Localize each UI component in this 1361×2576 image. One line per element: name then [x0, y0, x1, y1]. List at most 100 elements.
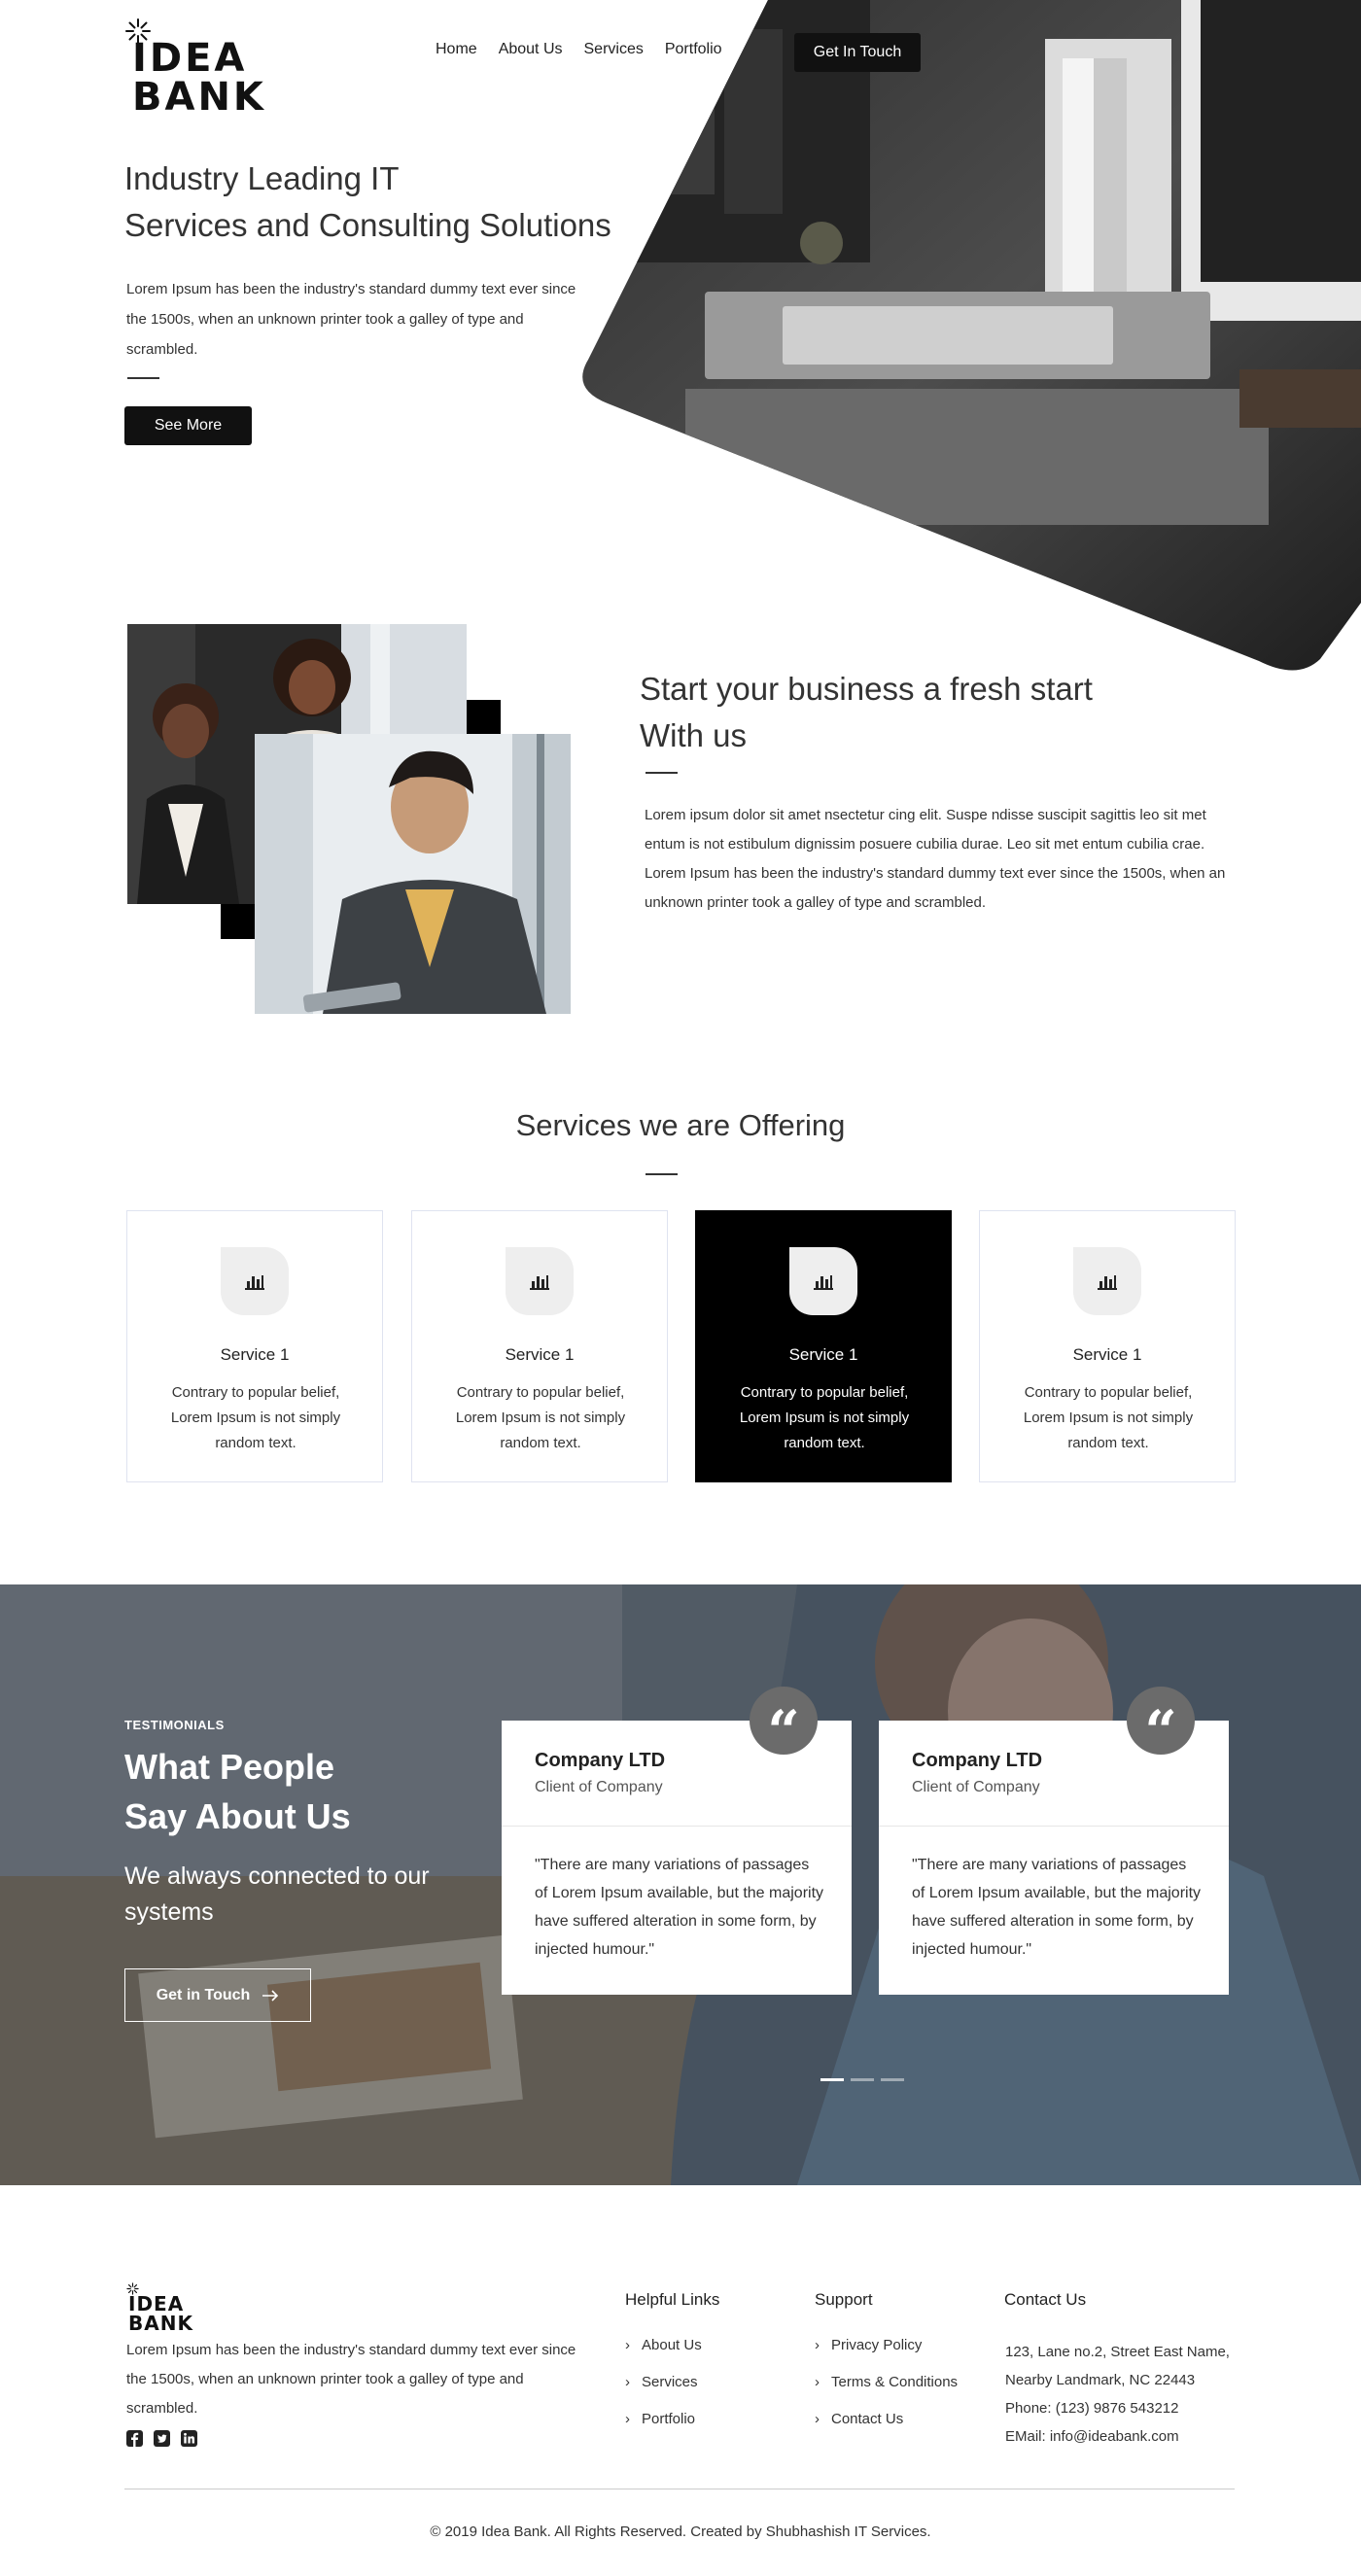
testimonials-get-in-touch-button[interactable]: Get in Touch — [124, 1968, 311, 2022]
carousel-dot[interactable] — [851, 2078, 874, 2081]
chevron-right-icon: › — [625, 2411, 630, 2427]
testimonials-title: What People Say About Us — [124, 1742, 513, 1841]
testimonials-section: TESTIMONIALS What People Say About Us We… — [0, 1584, 1361, 2185]
chevron-right-icon: › — [815, 2411, 820, 2427]
footer-contact-info: 123, Lane no.2, Street East Name, Nearby… — [1005, 2338, 1239, 2451]
testimonial-role: Client of Company — [912, 1779, 1040, 1795]
about-paragraph-2: Lorem Ipsum has been the industry's stan… — [645, 865, 1226, 911]
testimonial-company: Company LTD — [535, 1750, 666, 1771]
about-title: Start your business a fresh start With u… — [640, 666, 1262, 759]
chevron-right-icon: › — [625, 2374, 630, 2390]
service-name: Service 1 — [220, 1345, 290, 1364]
about-description: Lorem ipsum dolor sit amet nsectetur cin… — [645, 801, 1238, 918]
copyright: © 2019 Idea Bank. All Rights Reserved. C… — [430, 2524, 931, 2540]
logo[interactable]: IDEA BANK — [124, 17, 263, 117]
arrow-right-icon — [262, 1989, 279, 2002]
footer-link-portfolio[interactable]: › Portfolio — [625, 2411, 702, 2448]
nav-home[interactable]: Home — [436, 41, 477, 58]
carousel-dot[interactable] — [881, 2078, 904, 2081]
footer-logo[interactable]: IDEA BANK — [126, 2282, 194, 2333]
testimonials-subtitle: We always connected to our systems — [124, 1862, 430, 1926]
footer-link-label: Privacy Policy — [831, 2337, 923, 2353]
footer-address-line1: 123, Lane no.2, Street East Name, — [1005, 2344, 1230, 2360]
chevron-right-icon: › — [815, 2337, 820, 2353]
services-title: Services we are Offering — [515, 1108, 846, 1142]
footer-contact-heading: Contact Us — [1004, 2290, 1087, 2309]
footer-link-label: Services — [642, 2374, 698, 2390]
footer-link-contact[interactable]: › Contact Us — [815, 2411, 958, 2448]
services-divider — [646, 1173, 678, 1175]
testimonial-quote: "There are many variations of passages o… — [535, 1857, 824, 1958]
service-description: Contrary to popular belief, Lorem Ipsum … — [739, 1384, 910, 1451]
footer-helpful-heading: Helpful Links — [625, 2290, 720, 2309]
quote-icon: “ — [1127, 1687, 1195, 1764]
service-description: Contrary to popular belief, Lorem Ipsum … — [1023, 1384, 1194, 1451]
logo-text: IDEA BANK — [132, 36, 266, 120]
get-in-touch-button[interactable]: Get In Touch — [794, 33, 921, 72]
testimonials-title-line2: Say About Us — [124, 1796, 351, 1836]
service-card[interactable]: Service 1 Contrary to popular belief, Lo… — [979, 1210, 1236, 1482]
footer-link-terms[interactable]: › Terms & Conditions — [815, 2374, 958, 2411]
footer-email[interactable]: EMail: info@ideabank.com — [1005, 2422, 1239, 2451]
footer-logo-text: IDEA BANK — [128, 2292, 193, 2335]
testimonial-role: Client of Company — [535, 1779, 663, 1795]
service-card[interactable]: Service 1 Contrary to popular belief, Lo… — [411, 1210, 668, 1482]
service-name: Service 1 — [788, 1345, 858, 1364]
bar-chart-icon — [506, 1247, 574, 1315]
nav-services[interactable]: Services — [584, 41, 644, 58]
linkedin-icon[interactable] — [181, 2430, 197, 2447]
service-name: Service 1 — [505, 1345, 575, 1364]
hero-description: Lorem Ipsum has been the industry's stan… — [126, 281, 576, 358]
about-title-line2: With us — [640, 717, 748, 753]
testimonial-divider — [879, 1826, 1229, 1827]
decor-square — [221, 904, 256, 939]
hero-title-line2: Services and Consulting Solutions — [124, 207, 611, 243]
chevron-right-icon: › — [625, 2337, 630, 2353]
quote-icon: “ — [750, 1687, 818, 1764]
footer-link-label: About Us — [642, 2337, 702, 2353]
testimonial-quote: "There are many variations of passages o… — [912, 1857, 1202, 1958]
service-description: Contrary to popular belief, Lorem Ipsum … — [170, 1384, 341, 1451]
footer-link-about[interactable]: › About Us — [625, 2337, 702, 2374]
carousel-dot-active[interactable] — [820, 2078, 844, 2081]
nav-about[interactable]: About Us — [499, 41, 563, 58]
main-nav: Home About Us Services Portfolio — [436, 41, 722, 58]
about-title-line1: Start your business a fresh start — [640, 671, 1093, 707]
facebook-icon[interactable] — [126, 2430, 143, 2447]
twitter-icon[interactable] — [154, 2430, 170, 2447]
about-paragraph-1: Lorem ipsum dolor sit amet nsectetur cin… — [645, 807, 1206, 853]
about-divider — [646, 772, 678, 774]
footer-about: Lorem Ipsum has been the industry's stan… — [126, 2342, 576, 2417]
service-card-active[interactable]: Service 1 Contrary to popular belief, Lo… — [695, 1210, 952, 1482]
service-card[interactable]: Service 1 Contrary to popular belief, Lo… — [126, 1210, 383, 1482]
nav-portfolio[interactable]: Portfolio — [665, 41, 722, 58]
decor-square — [466, 700, 501, 735]
footer-link-label: Terms & Conditions — [831, 2374, 959, 2390]
footer-helpful-links: › About Us › Services › Portfolio — [625, 2337, 702, 2448]
testimonials-eyebrow: TESTIMONIALS — [124, 1718, 225, 1732]
bar-chart-icon — [789, 1247, 857, 1315]
hero-divider — [127, 377, 159, 379]
service-description: Contrary to popular belief, Lorem Ipsum … — [455, 1384, 626, 1451]
footer-link-services[interactable]: › Services — [625, 2374, 702, 2411]
testimonial-divider — [502, 1826, 852, 1827]
footer-link-privacy[interactable]: › Privacy Policy — [815, 2337, 958, 2374]
footer-link-label: Contact Us — [831, 2411, 904, 2427]
testimonial-company: Company LTD — [912, 1750, 1043, 1771]
footer-phone[interactable]: Phone: (123) 9876 543212 — [1005, 2394, 1239, 2422]
hero-office-image — [582, 0, 1361, 671]
hero-title-line1: Industry Leading IT — [124, 160, 400, 196]
testimonials-title-line1: What People — [124, 1747, 335, 1787]
footer-support-links: › Privacy Policy › Terms & Conditions › Con… — [815, 2337, 958, 2448]
chevron-right-icon: › — [815, 2374, 820, 2390]
footer-address-line2: Nearby Landmark, NC 22443 — [1005, 2372, 1196, 2388]
footer-support-heading: Support — [815, 2290, 873, 2309]
testimonials-button-label: Get in Touch — [156, 1986, 251, 2003]
service-name: Service 1 — [1072, 1345, 1142, 1364]
team-photo-man — [255, 734, 571, 1014]
hero-title: Industry Leading IT Services and Consult… — [124, 156, 669, 249]
footer-link-label: Portfolio — [642, 2411, 696, 2427]
bar-chart-icon — [221, 1247, 289, 1315]
social-links — [126, 2430, 197, 2447]
see-more-button[interactable]: See More — [124, 406, 252, 445]
